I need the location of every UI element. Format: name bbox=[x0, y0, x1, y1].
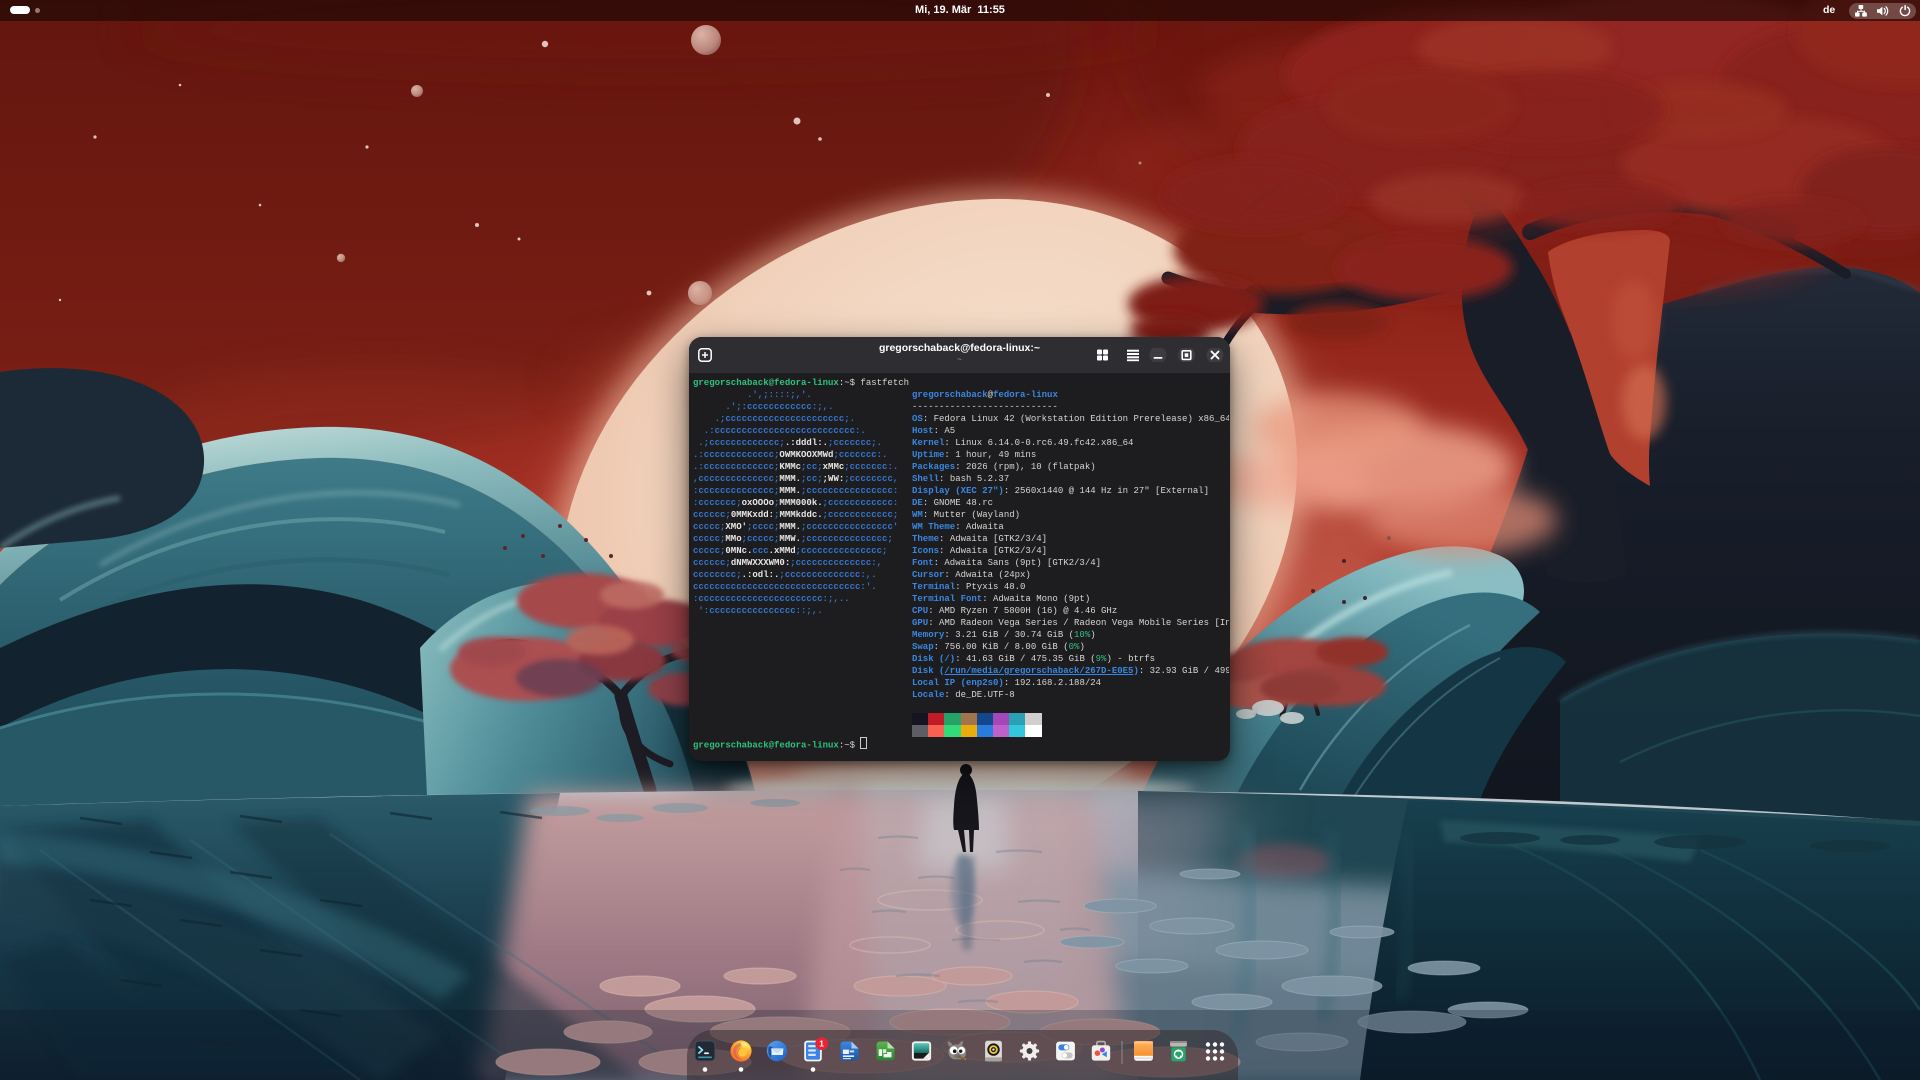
svg-text:1: 1 bbox=[819, 1038, 824, 1048]
